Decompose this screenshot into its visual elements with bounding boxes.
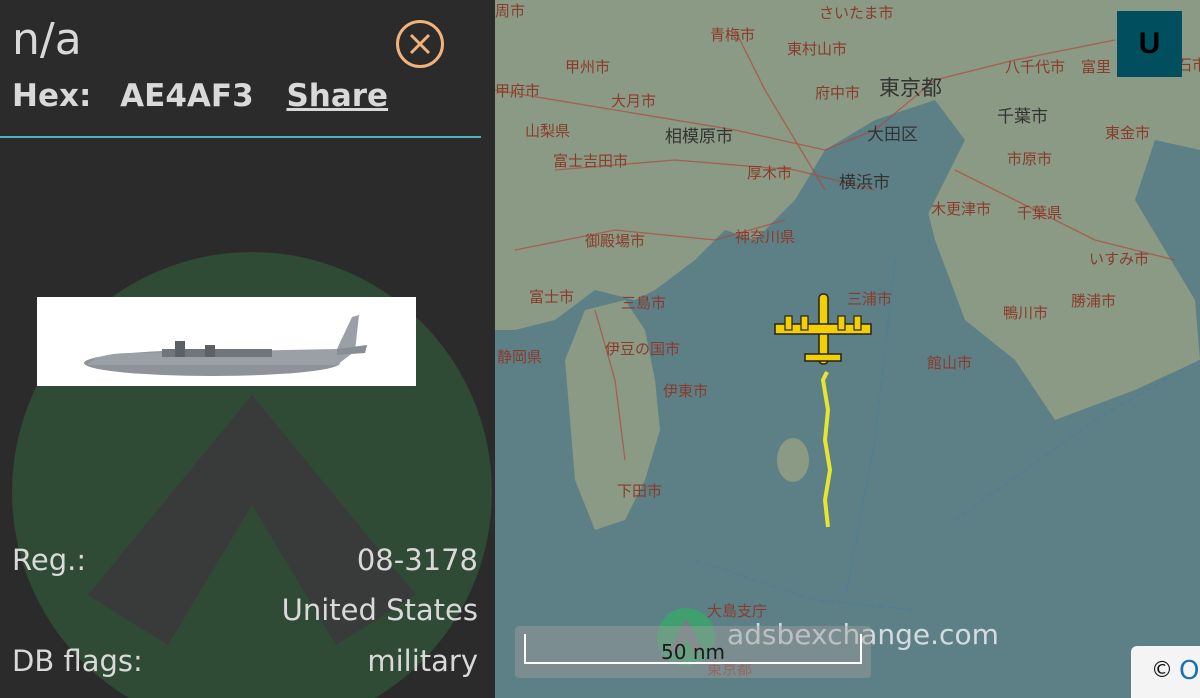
scale-label: 50 nm	[661, 640, 725, 664]
header-divider	[0, 136, 481, 138]
map-label: 勝浦市	[1071, 292, 1117, 310]
country-value: United States	[281, 593, 478, 627]
registration-label: Reg.:	[12, 543, 87, 577]
registration-row: Reg.: 08-3178	[12, 543, 478, 579]
map-label: 静岡県	[497, 348, 543, 366]
hex-row: Hex: AE4AF3 Share	[12, 78, 388, 114]
map-label: 市原市	[1007, 150, 1053, 168]
map-label: 三島市	[621, 294, 667, 312]
map-label: 木更津市	[931, 200, 992, 218]
map-label: 千葉市	[997, 107, 1048, 127]
map-label: 三浦市	[847, 290, 893, 308]
close-panel-button[interactable]	[396, 20, 444, 68]
map-label: 鴨川市	[1003, 304, 1049, 322]
aircraft-callsign-title: n/a	[12, 14, 82, 65]
u-layer-button[interactable]: U	[1117, 11, 1182, 77]
map-label: 横浜市	[839, 173, 890, 193]
country-row: United States	[12, 593, 478, 629]
map-label: 青梅市	[710, 26, 756, 44]
map-label: 伊豆の国市	[605, 340, 681, 358]
map-label: 千葉県	[1017, 204, 1063, 222]
hex-value: AE4AF3	[120, 78, 254, 114]
close-icon	[409, 33, 431, 55]
map-label: いすみ市	[1089, 250, 1150, 268]
map-label: 下田市	[617, 482, 663, 500]
map-label: 神奈川県	[735, 228, 796, 246]
share-link[interactable]: Share	[286, 78, 388, 114]
map-label: 山梨県	[525, 122, 571, 140]
map-background[interactable]	[495, 0, 1200, 698]
map-label: 相模原市	[665, 127, 733, 147]
aircraft-photo	[37, 297, 416, 386]
map-label: 周市	[495, 2, 526, 20]
map-label: 甲州市	[565, 58, 611, 76]
map-label: 御殿場市	[585, 232, 646, 250]
map-label: 富士吉田市	[553, 152, 629, 170]
db-flags-value: military	[367, 644, 478, 678]
map-label: 館山市	[927, 354, 973, 372]
copyright-symbol: ©	[1151, 658, 1173, 683]
aircraft-info-panel: n/a Hex: AE4AF3 Share Reg.: 08-3178 Unit…	[0, 0, 495, 698]
map-view[interactable]: さいたま市 青梅市 東村山市 甲州市 府中市 東京都 八千代市 富里 大月市 山…	[495, 0, 1200, 698]
map-label: 東京都	[879, 76, 942, 100]
db-flags-label: DB flags:	[12, 644, 143, 678]
attribution-link[interactable]: O	[1179, 656, 1199, 686]
map-label: 甲府市	[495, 82, 541, 100]
map-label: さいたま市	[819, 4, 894, 22]
map-label: 東村山市	[787, 40, 848, 58]
map-label: 八千代市	[1005, 58, 1066, 76]
map-label: 大月市	[611, 92, 657, 110]
db-flags-row: DB flags: military	[12, 644, 478, 680]
scale-indicator: 50 nm	[515, 626, 871, 678]
map-label: 伊東市	[663, 382, 709, 400]
hex-label: Hex:	[12, 78, 92, 114]
map-label: 富士市	[529, 288, 575, 306]
registration-value: 08-3178	[356, 543, 478, 577]
map-attribution: © O	[1131, 646, 1200, 698]
aircraft-photo-image	[84, 315, 367, 376]
map-label: 厚木市	[747, 164, 793, 182]
map-label: 東金市	[1105, 124, 1151, 142]
map-label: 富里	[1081, 58, 1112, 76]
map-label: 大田区	[867, 125, 918, 145]
map-label: 府中市	[815, 84, 861, 102]
